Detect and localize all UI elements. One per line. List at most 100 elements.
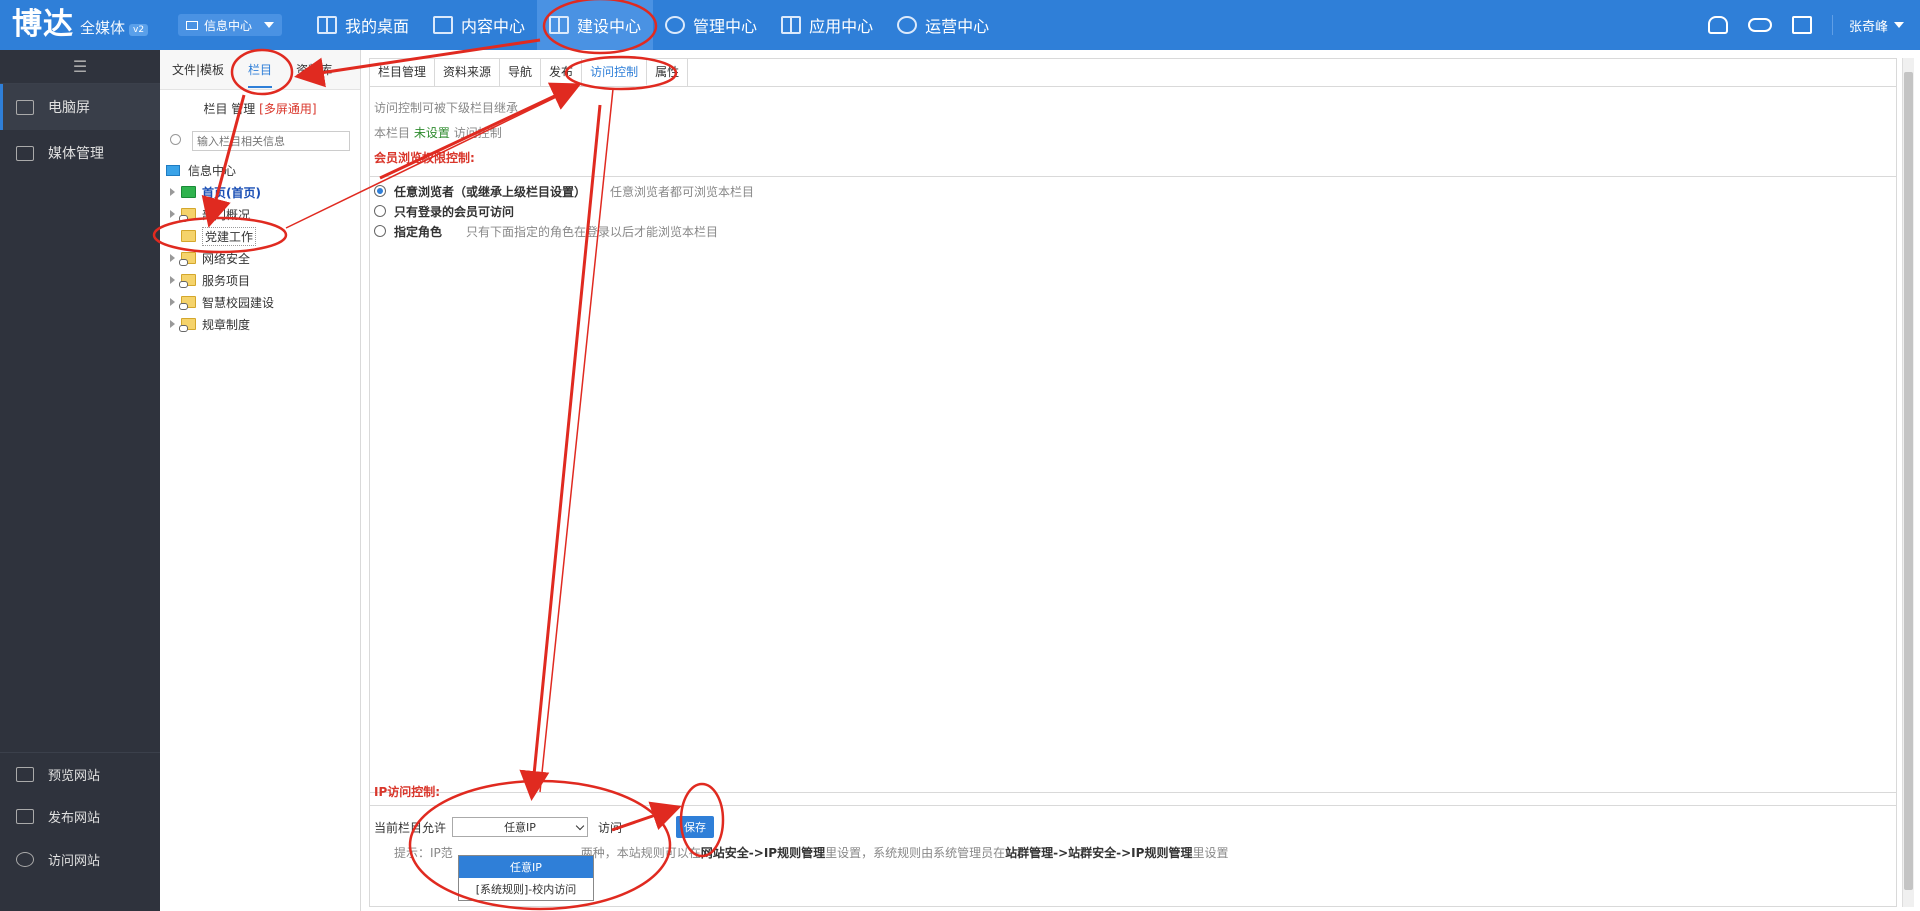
tree-root-label: 信息中心: [188, 163, 237, 178]
access-status: 本栏目 未设置 访问控制: [374, 124, 1896, 141]
option-label: 指定角色: [394, 224, 443, 239]
tree-item-party[interactable]: 党建工作: [166, 225, 360, 247]
collapse-menu-icon[interactable]: ☰: [0, 50, 160, 84]
tab-publish[interactable]: 发布: [541, 59, 583, 86]
bell-icon[interactable]: [1707, 16, 1728, 34]
option-hint: 任意浏览者都可浏览本栏目: [610, 184, 755, 199]
sidebar-item-label: 预览网站: [48, 768, 101, 784]
tree-item-label: 智慧校园建设: [202, 295, 275, 310]
ip-rule-select[interactable]: 任意IP: [452, 817, 589, 837]
tree-title-text: 栏目 管理: [203, 102, 256, 116]
option-hint: 只有下面指定的角色在登录以后才能浏览本栏目: [466, 224, 719, 239]
folder-icon: [181, 230, 196, 242]
sidebar-item-visit[interactable]: 访问网站: [0, 838, 160, 881]
skin-icon[interactable]: [1791, 16, 1812, 34]
tab-properties[interactable]: 属性: [647, 59, 689, 86]
tree-item-rules[interactable]: 规章制度: [166, 313, 360, 335]
pie-chart-icon: [897, 16, 918, 34]
save-button[interactable]: 保存: [676, 816, 715, 838]
hint-part: 里设置，系统规则由系统管理员在: [825, 846, 1006, 860]
logo: 博达 全媒体 v2: [12, 6, 149, 44]
tab-navigation[interactable]: 导航: [500, 59, 542, 86]
tree-item-security[interactable]: 网络安全: [166, 247, 360, 269]
build-grid-icon: [549, 16, 570, 34]
site-select[interactable]: 信息中心: [178, 14, 282, 36]
tab-column[interactable]: 栏目: [236, 50, 284, 90]
divider: [1831, 15, 1833, 35]
monitor-icon: [186, 20, 198, 30]
nav-label: 应用中心: [809, 17, 874, 36]
tab-library[interactable]: 资料库: [284, 50, 344, 90]
nav-apps[interactable]: 应用中心: [769, 0, 885, 50]
hint-path-group: 站群管理->站群安全->IP规则管理: [1005, 846, 1193, 860]
radio-logged-in[interactable]: [374, 205, 386, 217]
nav-content[interactable]: 内容中心: [421, 0, 537, 50]
main-content: 栏目管理 资料来源 导航 发布 访问控制 属性 访问控制可被下级栏目继承 本栏目…: [361, 50, 1920, 911]
option-role[interactable]: 指定角色 只有下面指定的角色在登录以后才能浏览本栏目: [374, 221, 1896, 241]
ip-control-title: IP访问控制:: [374, 785, 441, 799]
expand-arrow-icon[interactable]: [170, 298, 175, 306]
tree-item-label: 首页(首页): [202, 185, 261, 200]
tree-item-dept[interactable]: 部门概况: [166, 203, 360, 225]
tree-item-smart-campus[interactable]: 智慧校园建设: [166, 291, 360, 313]
scrollbar-thumb[interactable]: [1904, 72, 1913, 890]
expand-arrow-icon[interactable]: [170, 320, 175, 328]
expand-arrow-icon[interactable]: [170, 254, 175, 262]
monitor-icon: [16, 99, 34, 115]
tree-item-label: 规章制度: [202, 317, 251, 332]
tab-column-manage[interactable]: 栏目管理: [370, 59, 436, 86]
tab-data-source[interactable]: 资料来源: [435, 59, 501, 86]
nav-build[interactable]: 建设中心: [537, 0, 654, 50]
member-control-title: 会员浏览权限控制:: [374, 151, 475, 165]
chevron-down-icon: [264, 22, 274, 28]
logo-main: 博达: [12, 7, 74, 42]
cloud-icon[interactable]: [1747, 18, 1772, 32]
expand-arrow-icon[interactable]: [170, 210, 175, 218]
sidebar-item-publish[interactable]: 发布网站: [0, 795, 160, 838]
link-folder-icon: [179, 208, 196, 222]
ip-select-value: 任意IP: [504, 821, 536, 834]
tab-file-template[interactable]: 文件|模板: [160, 50, 236, 90]
search-icon: [170, 134, 181, 145]
option-label: 只有登录的会员可访问: [394, 204, 515, 219]
globe-icon: [16, 852, 34, 867]
sidebar-item-label: 访问网站: [48, 854, 101, 869]
link-folder-icon: [179, 252, 196, 266]
tab-access-control[interactable]: 访问控制: [582, 59, 648, 86]
dropdown-option-any-ip[interactable]: 任意IP: [459, 856, 593, 878]
hint-part: 两种，本站规则可以在: [580, 846, 701, 860]
ip-label-after: 访问: [598, 820, 623, 835]
vertical-scrollbar[interactable]: [1902, 58, 1914, 907]
gear-icon: [665, 16, 686, 34]
tree-item-services[interactable]: 服务项目: [166, 269, 360, 291]
radio-role[interactable]: [374, 225, 386, 237]
tree-item-home[interactable]: 首页(首页): [166, 181, 360, 203]
link-folder-icon: [179, 296, 196, 310]
tree-search-input[interactable]: [192, 131, 350, 151]
access-info: 访问控制可被下级栏目继承 本栏目 未设置 访问控制: [374, 99, 1896, 141]
sidebar-item-preview[interactable]: 预览网站: [0, 752, 160, 795]
hint-part: 提示：IP范: [394, 846, 453, 860]
sidebar-item-media[interactable]: 媒体管理: [0, 130, 160, 176]
user-menu[interactable]: 张奇峰: [1849, 16, 1904, 35]
option-any-viewer[interactable]: 任意浏览者（或继承上级栏目设置） 任意浏览者都可浏览本栏目: [374, 181, 1896, 201]
tree-root[interactable]: 信息中心: [166, 159, 360, 181]
ip-rule-dropdown: 任意IP [系统规则]-校内访问: [458, 855, 594, 901]
expand-arrow-icon[interactable]: [170, 188, 175, 196]
expand-arrow-icon[interactable]: [170, 276, 175, 284]
tree-item-label: 服务项目: [202, 273, 251, 288]
nav-desktop[interactable]: 我的桌面: [305, 0, 421, 50]
nav-operations[interactable]: 运营中心: [885, 0, 1001, 50]
radio-any-viewer[interactable]: [374, 185, 386, 197]
preview-icon: [16, 766, 34, 782]
column-tree-panel: 文件|模板 栏目 资料库 栏目 管理 [多屏通用] 信息中心 首页(首页) 部门…: [160, 50, 361, 911]
dropdown-option-campus[interactable]: [系统规则]-校内访问: [459, 878, 593, 900]
tree-item-label: 部门概况: [202, 207, 251, 222]
option-logged-in[interactable]: 只有登录的会员可访问: [374, 201, 1896, 221]
home-folder-icon: [181, 186, 196, 198]
member-control-box: 任意浏览者（或继承上级栏目设置） 任意浏览者都可浏览本栏目 只有登录的会员可访问 …: [370, 176, 1896, 793]
nav-manage[interactable]: 管理中心: [653, 0, 769, 50]
sidebar-item-pc-screen[interactable]: 电脑屏: [0, 84, 160, 130]
sidebar-item-label: 媒体管理: [48, 146, 104, 162]
desktop-grid-icon: [317, 16, 337, 34]
